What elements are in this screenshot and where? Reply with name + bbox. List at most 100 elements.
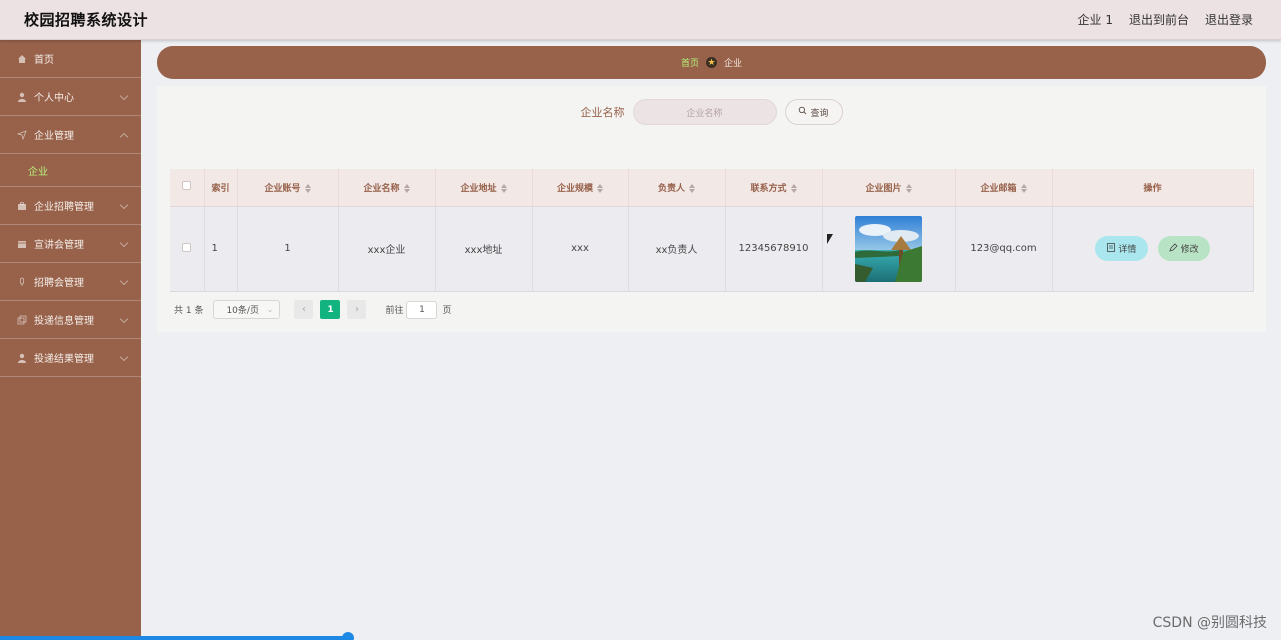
column-header[interactable]: 企业邮箱 [955, 169, 1053, 207]
column-header[interactable]: 企业账号 [237, 169, 339, 207]
watermark: CSDN @别圆科技 [1152, 615, 1267, 631]
briefcase-icon [16, 200, 28, 212]
sidebar-item-label: 企业管理 [34, 131, 74, 142]
table-header-row: 索引 企业账号 企业名称 企业地址 企业规模 负责人 联系方式 企业图片 企业邮… [170, 169, 1254, 207]
pagination: 共 1 条 10条/页 ⌄ ‹ 1 › 前往 1 页 [174, 300, 451, 319]
sort-icon[interactable] [403, 183, 410, 193]
chevron-down-icon [119, 314, 129, 323]
next-page-button[interactable]: › [347, 300, 367, 319]
copy-icon [16, 314, 28, 326]
exit-to-front-link[interactable]: 退出到前台 [1129, 11, 1189, 28]
sidebar-item-recruitment-management[interactable]: 企业招聘管理 [0, 187, 141, 225]
cell-account: 1 [237, 206, 339, 292]
detail-button[interactable]: 详情 [1095, 236, 1149, 261]
user-icon [16, 91, 28, 103]
search-icon [798, 106, 807, 118]
user-icon [16, 352, 28, 364]
sidebar-item-label: 投递结果管理 [34, 354, 94, 365]
sidebar-item-job-fair-management[interactable]: 招聘会管理 [0, 263, 141, 301]
sort-icon[interactable] [689, 183, 695, 193]
column-header[interactable]: 联系方式 [725, 169, 823, 207]
company-image[interactable] [855, 215, 922, 282]
chevron-down-icon: ⌄ [266, 305, 274, 314]
sidebar-subitem-company[interactable]: 企业 [0, 154, 141, 187]
column-header[interactable]: 企业地址 [435, 169, 533, 207]
chevron-down-icon [119, 200, 129, 209]
cell-manager: xx负责人 [628, 206, 726, 292]
column-header-label: 企业邮箱 [980, 183, 1017, 194]
page-suffix: 页 [442, 306, 452, 316]
chevron-down-icon [119, 276, 129, 285]
sort-icon[interactable] [500, 183, 507, 193]
column-header: 操作 [1052, 169, 1254, 207]
sidebar-item-company-management[interactable]: 企业管理 [0, 116, 141, 154]
breadcrumb-home-link[interactable]: 首页 [681, 56, 699, 69]
sidebar-item-personal-center[interactable]: 个人中心 [0, 78, 141, 116]
sidebar-item-seminar-management[interactable]: 宣讲会管理 [0, 225, 141, 263]
sidebar-item-label: 宣讲会管理 [34, 240, 84, 251]
row-checkbox-cell[interactable] [170, 206, 205, 292]
edit-button[interactable]: 修改 [1157, 236, 1210, 261]
total-count: 共 1 条 [174, 306, 204, 316]
prev-page-button[interactable]: ‹ [294, 300, 314, 319]
sidebar-item-label: 个人中心 [34, 93, 74, 104]
column-header[interactable]: 负责人 [628, 169, 726, 207]
column-header-label: 企业地址 [460, 183, 497, 194]
send-icon [16, 129, 28, 141]
sort-icon[interactable] [790, 183, 797, 193]
page-size-value: 10条/页 [226, 306, 259, 316]
pencil-icon [1168, 242, 1178, 255]
cell-actions: 详情 修改 [1052, 206, 1254, 292]
row-checkbox[interactable] [182, 242, 192, 252]
sort-icon[interactable] [304, 183, 311, 193]
sidebar-item-delivery-result-management[interactable]: 投递结果管理 [0, 339, 141, 377]
sidebar-item-label: 招聘会管理 [34, 278, 84, 289]
content-panel: 企业名称 企业名称 查询 索引 企业账号 企业名称 企业地址 企业规模 负责人 … [157, 86, 1266, 332]
cell-company-name: xxx企业 [338, 206, 436, 292]
column-header-label: 企业图片 [865, 183, 902, 194]
select-all-checkbox[interactable] [182, 181, 192, 191]
column-header[interactable]: 企业名称 [338, 169, 436, 207]
sidebar-item-delivery-info-management[interactable]: 投递信息管理 [0, 301, 141, 339]
cell-phone: 12345678910 [725, 206, 823, 292]
current-user-label[interactable]: 企业 1 [1078, 11, 1113, 28]
breadcrumb: 首页 ★ 企业 [157, 46, 1266, 79]
table-row: 1 1 xxx企业 xxx地址 xxx xx负责人 12345678910 12… [170, 206, 1254, 292]
sort-icon[interactable] [905, 183, 912, 193]
cell-email: 123@qq.com [955, 206, 1053, 292]
top-header: 校园招聘系统设计 企业 1 退出到前台 退出登录 [0, 0, 1281, 40]
sidebar-item-home[interactable]: 首页 [0, 40, 141, 78]
calendar-icon [16, 238, 28, 250]
current-page-button[interactable]: 1 [320, 300, 341, 319]
column-header-label: 联系方式 [750, 183, 787, 194]
column-header[interactable]: 企业图片 [822, 169, 956, 207]
header-links: 企业 1 退出到前台 退出登录 [1078, 11, 1253, 28]
column-header-label: 企业名称 [363, 183, 400, 194]
sort-icon[interactable] [1020, 183, 1027, 193]
detail-button-label: 详情 [1118, 245, 1137, 255]
sidebar-item-label: 企业招聘管理 [34, 202, 94, 213]
home-icon [16, 53, 28, 65]
select-all-checkbox-cell[interactable] [170, 169, 205, 207]
query-button[interactable]: 查询 [784, 99, 843, 125]
document-icon [1107, 242, 1116, 255]
search-bar: 企业名称 企业名称 查询 [157, 99, 1266, 125]
column-header: 索引 [204, 169, 238, 207]
progress-handle[interactable] [342, 632, 354, 640]
cell-company-image [822, 206, 956, 292]
column-header-label: 企业账号 [264, 183, 301, 194]
sort-icon[interactable] [597, 183, 603, 193]
cell-address: xxx地址 [435, 206, 533, 292]
star-separator-icon: ★ [706, 57, 717, 68]
goto-page-input[interactable]: 1 [406, 300, 438, 319]
company-table: 索引 企业账号 企业名称 企业地址 企业规模 负责人 联系方式 企业图片 企业邮… [170, 169, 1254, 292]
column-header[interactable]: 企业规模 [532, 169, 629, 207]
page-size-select[interactable]: 10条/页 ⌄ [213, 300, 281, 319]
column-header-label: 企业规模 [556, 183, 593, 194]
goto-label: 前往 [385, 306, 404, 316]
query-button-label: 查询 [810, 108, 829, 119]
search-label: 企业名称 [580, 106, 625, 119]
company-name-search-input[interactable]: 企业名称 [632, 99, 777, 125]
logout-link[interactable]: 退出登录 [1205, 11, 1253, 28]
cell-index: 1 [204, 206, 238, 292]
